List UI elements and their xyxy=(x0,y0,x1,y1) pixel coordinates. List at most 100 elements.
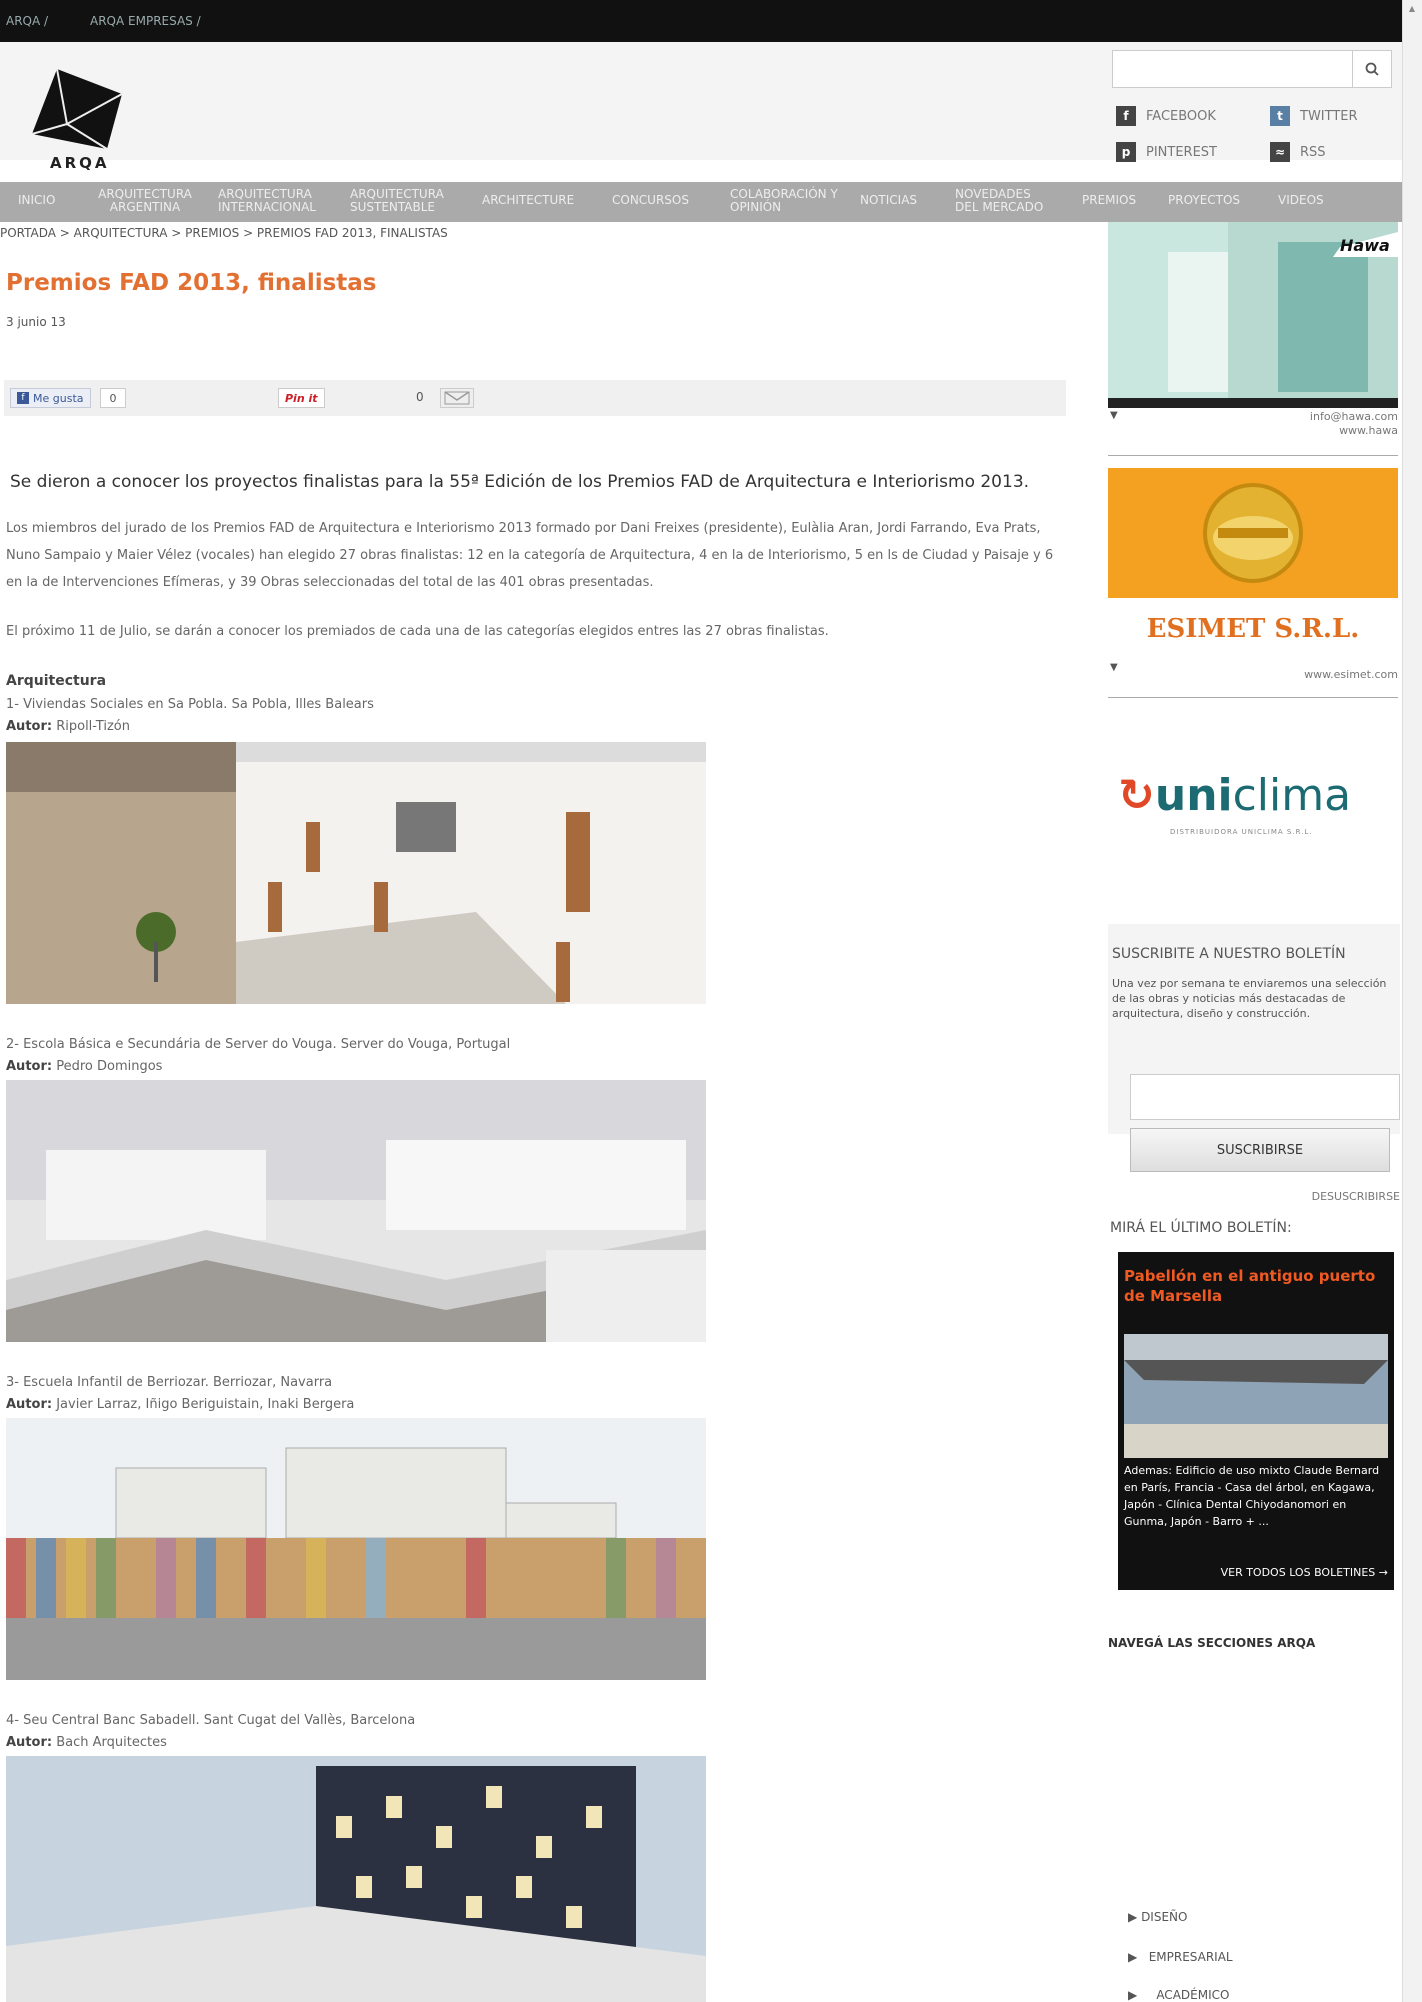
author-name: Bach Arquitectes xyxy=(56,1735,167,1750)
topbar-link-arqa-empresas[interactable]: ARQA EMPRESAS / xyxy=(90,14,201,28)
scroll-up-icon[interactable]: ▲ xyxy=(1406,4,1418,16)
like-label: Me gusta xyxy=(33,391,84,405)
nav-item-proyectos[interactable]: PROYECTOS xyxy=(1168,194,1258,207)
nav-item-arquitectura-sustentable[interactable]: ARQUITECTURA SUSTENTABLE xyxy=(350,188,460,214)
sections-title: NAVEGÁ LAS SECCIONES ARQA xyxy=(1108,1636,1316,1650)
bulletin-title: Pabellón en el antiguo puerto de Marsell… xyxy=(1124,1267,1376,1305)
mail-share-icon[interactable] xyxy=(440,388,474,408)
nav-item-premios[interactable]: PREMIOS xyxy=(1082,194,1152,207)
ad-esimet-footer: ▼ www.esimet.com xyxy=(1108,660,1398,698)
ad-uniclima[interactable]: ↻uniclima DISTRIBUIDORA UNICLIMA S.R.L. xyxy=(1108,720,1398,920)
esimet-brand: ESIMET S.R.L. xyxy=(1108,598,1398,660)
author-label: Autor: xyxy=(6,1397,53,1412)
bulletin-card[interactable]: Pabellón en el antiguo puerto de Marsell… xyxy=(1118,1252,1394,1590)
esimet-logo-icon xyxy=(1203,483,1303,583)
nav-item-novedades[interactable]: NOVEDADES DEL MERCADO xyxy=(955,188,1055,214)
search-button[interactable] xyxy=(1352,50,1392,88)
triangle-right-icon: ▶ xyxy=(1128,1910,1138,1924)
main-nav: INICIO ARQUITECTURA ARGENTINA ARQUITECTU… xyxy=(0,182,1402,222)
pin-it-button[interactable]: Pin it xyxy=(278,388,325,408)
project-title-1: 1- Viviendas Sociales en Sa Pobla. Sa Po… xyxy=(6,697,374,712)
facebook-icon: f xyxy=(1116,106,1136,126)
section-item-diseno[interactable]: ▶ DISEÑO xyxy=(1128,1910,1187,1924)
search-input[interactable] xyxy=(1112,50,1392,88)
author-name: Pedro Domingos xyxy=(56,1059,163,1074)
project-photo-3[interactable] xyxy=(6,1418,706,1680)
newsletter-text: Una vez por semana te enviaremos una sel… xyxy=(1112,977,1387,1020)
author-name: Javier Larraz, Iñigo Beriguistain, Inaki… xyxy=(56,1397,355,1412)
page-title: Premios FAD 2013, finalistas xyxy=(6,270,377,296)
section-item-academico[interactable]: ▶ ACADÉMICO xyxy=(1128,1988,1229,2002)
hawa-contact-1[interactable]: info@hawa.com xyxy=(1310,410,1398,423)
project-photo-2[interactable] xyxy=(6,1080,706,1342)
facebook-like-button[interactable]: f Me gusta xyxy=(10,388,91,408)
rss-link[interactable]: ≈ RSS xyxy=(1270,142,1326,162)
project-author-4: Autor: Bach Arquitectes xyxy=(6,1732,167,1754)
article-date: 3 junio 13 xyxy=(6,315,66,329)
uniclima-subtitle: DISTRIBUIDORA UNICLIMA S.R.L. xyxy=(1170,828,1313,836)
unsubscribe-link[interactable]: DESUSCRIBIRSE xyxy=(1312,1190,1400,1203)
like-count: 0 xyxy=(100,388,126,408)
pinterest-link[interactable]: p PINTEREST xyxy=(1116,142,1217,162)
mail-count: 0 xyxy=(416,390,424,404)
rss-icon: ≈ xyxy=(1270,142,1290,162)
project-author-2: Autor: Pedro Domingos xyxy=(6,1056,162,1078)
newsletter-email-input[interactable] xyxy=(1130,1074,1400,1120)
bulletin-photo xyxy=(1124,1334,1388,1458)
section-heading: Arquitectura xyxy=(6,673,107,689)
uniclima-swirl-icon: ↻ xyxy=(1118,770,1155,821)
subscribe-button[interactable]: SUSCRIBIRSE xyxy=(1130,1128,1390,1172)
project-photo-4[interactable] xyxy=(6,1756,706,2002)
project-photo-1[interactable] xyxy=(6,742,706,1004)
nav-item-architecture[interactable]: ARCHITECTURE xyxy=(482,194,592,207)
twitter-label: TWITTER xyxy=(1300,108,1358,124)
nav-item-concursos[interactable]: CONCURSOS xyxy=(612,194,712,207)
section-label: DISEÑO xyxy=(1141,1910,1188,1924)
search-icon xyxy=(1365,62,1379,76)
pinterest-icon: p xyxy=(1116,142,1136,162)
last-bulletin-label: MIRÁ EL ÚLTIMO BOLETÍN: xyxy=(1110,1220,1292,1236)
pinterest-label: PINTEREST xyxy=(1146,144,1217,160)
ad-esimet[interactable] xyxy=(1108,468,1398,598)
twitter-icon: t xyxy=(1270,106,1290,126)
nav-item-arquitectura-argentina[interactable]: ARQUITECTURA ARGENTINA xyxy=(90,188,200,214)
article-lede: Se dieron a conocer los proyectos finali… xyxy=(10,472,1030,492)
project-title-4: 4- Seu Central Banc Sabadell. Sant Cugat… xyxy=(6,1713,416,1728)
section-label: EMPRESARIAL xyxy=(1148,1950,1233,1964)
facebook-link[interactable]: f FACEBOOK xyxy=(1116,106,1216,126)
triangle-right-icon: ▶ xyxy=(1128,1950,1138,1964)
author-name: Ripoll-Tizón xyxy=(56,719,130,734)
newsletter-title: SUSCRIBITE A NUESTRO BOLETÍN xyxy=(1112,946,1346,962)
top-bar: ARQA / ARQA EMPRESAS / xyxy=(0,0,1402,42)
facebook-label: FACEBOOK xyxy=(1146,108,1216,124)
project-title-2: 2- Escola Básica e Secundária de Server … xyxy=(6,1037,511,1052)
nav-item-inicio[interactable]: INICIO xyxy=(18,194,58,207)
scrollbar[interactable]: ▲ xyxy=(1402,0,1422,2002)
uniclima-brand-b: clima xyxy=(1232,770,1352,821)
hawa-contact-2[interactable]: www.hawa xyxy=(1339,424,1398,437)
project-author-1: Autor: Ripoll-Tizón xyxy=(6,716,130,738)
bulletin-text: Ademas: Edificio de uso mixto Claude Ber… xyxy=(1124,1464,1380,1528)
section-item-empresarial[interactable]: ▶ EMPRESARIAL xyxy=(1128,1950,1233,1964)
triangle-right-icon: ▶ xyxy=(1128,1988,1138,2002)
hawa-brand: Hawa xyxy=(1340,236,1390,255)
nav-item-arquitectura-internacional[interactable]: ARQUITECTURA INTERNACIONAL xyxy=(218,188,333,214)
article-paragraph-1: Los miembros del jurado de los Premios F… xyxy=(6,521,1054,590)
breadcrumb[interactable]: PORTADA > ARQUITECTURA > PREMIOS > PREMI… xyxy=(0,226,448,240)
ad-arrow-icon[interactable]: ▼ xyxy=(1110,410,1118,421)
author-label: Autor: xyxy=(6,719,53,734)
article-paragraph-2: El próximo 11 de Julio, se darán a conoc… xyxy=(6,624,829,639)
nav-item-noticias[interactable]: NOTICIAS xyxy=(860,194,940,207)
rss-label: RSS xyxy=(1300,144,1326,160)
logo-text: ARQA xyxy=(50,154,110,172)
uniclima-logo: ↻uniclima xyxy=(1118,770,1351,821)
nav-item-colaboracion[interactable]: COLABORACIÓN Y OPINIÓN xyxy=(730,188,845,214)
esimet-url[interactable]: www.esimet.com xyxy=(1304,668,1398,681)
topbar-link-arqa[interactable]: ARQA / xyxy=(6,14,48,28)
ad-arrow-icon[interactable]: ▼ xyxy=(1110,662,1118,673)
nav-item-videos[interactable]: VIDEOS xyxy=(1278,194,1348,207)
project-author-3: Autor: Javier Larraz, Iñigo Beriguistain… xyxy=(6,1394,354,1416)
twitter-link[interactable]: t TWITTER xyxy=(1270,106,1358,126)
ad-hawa-footer: ▼ info@hawa.com www.hawa xyxy=(1108,408,1398,456)
view-all-bulletins-link[interactable]: VER TODOS LOS BOLETINES → xyxy=(1221,1566,1388,1579)
